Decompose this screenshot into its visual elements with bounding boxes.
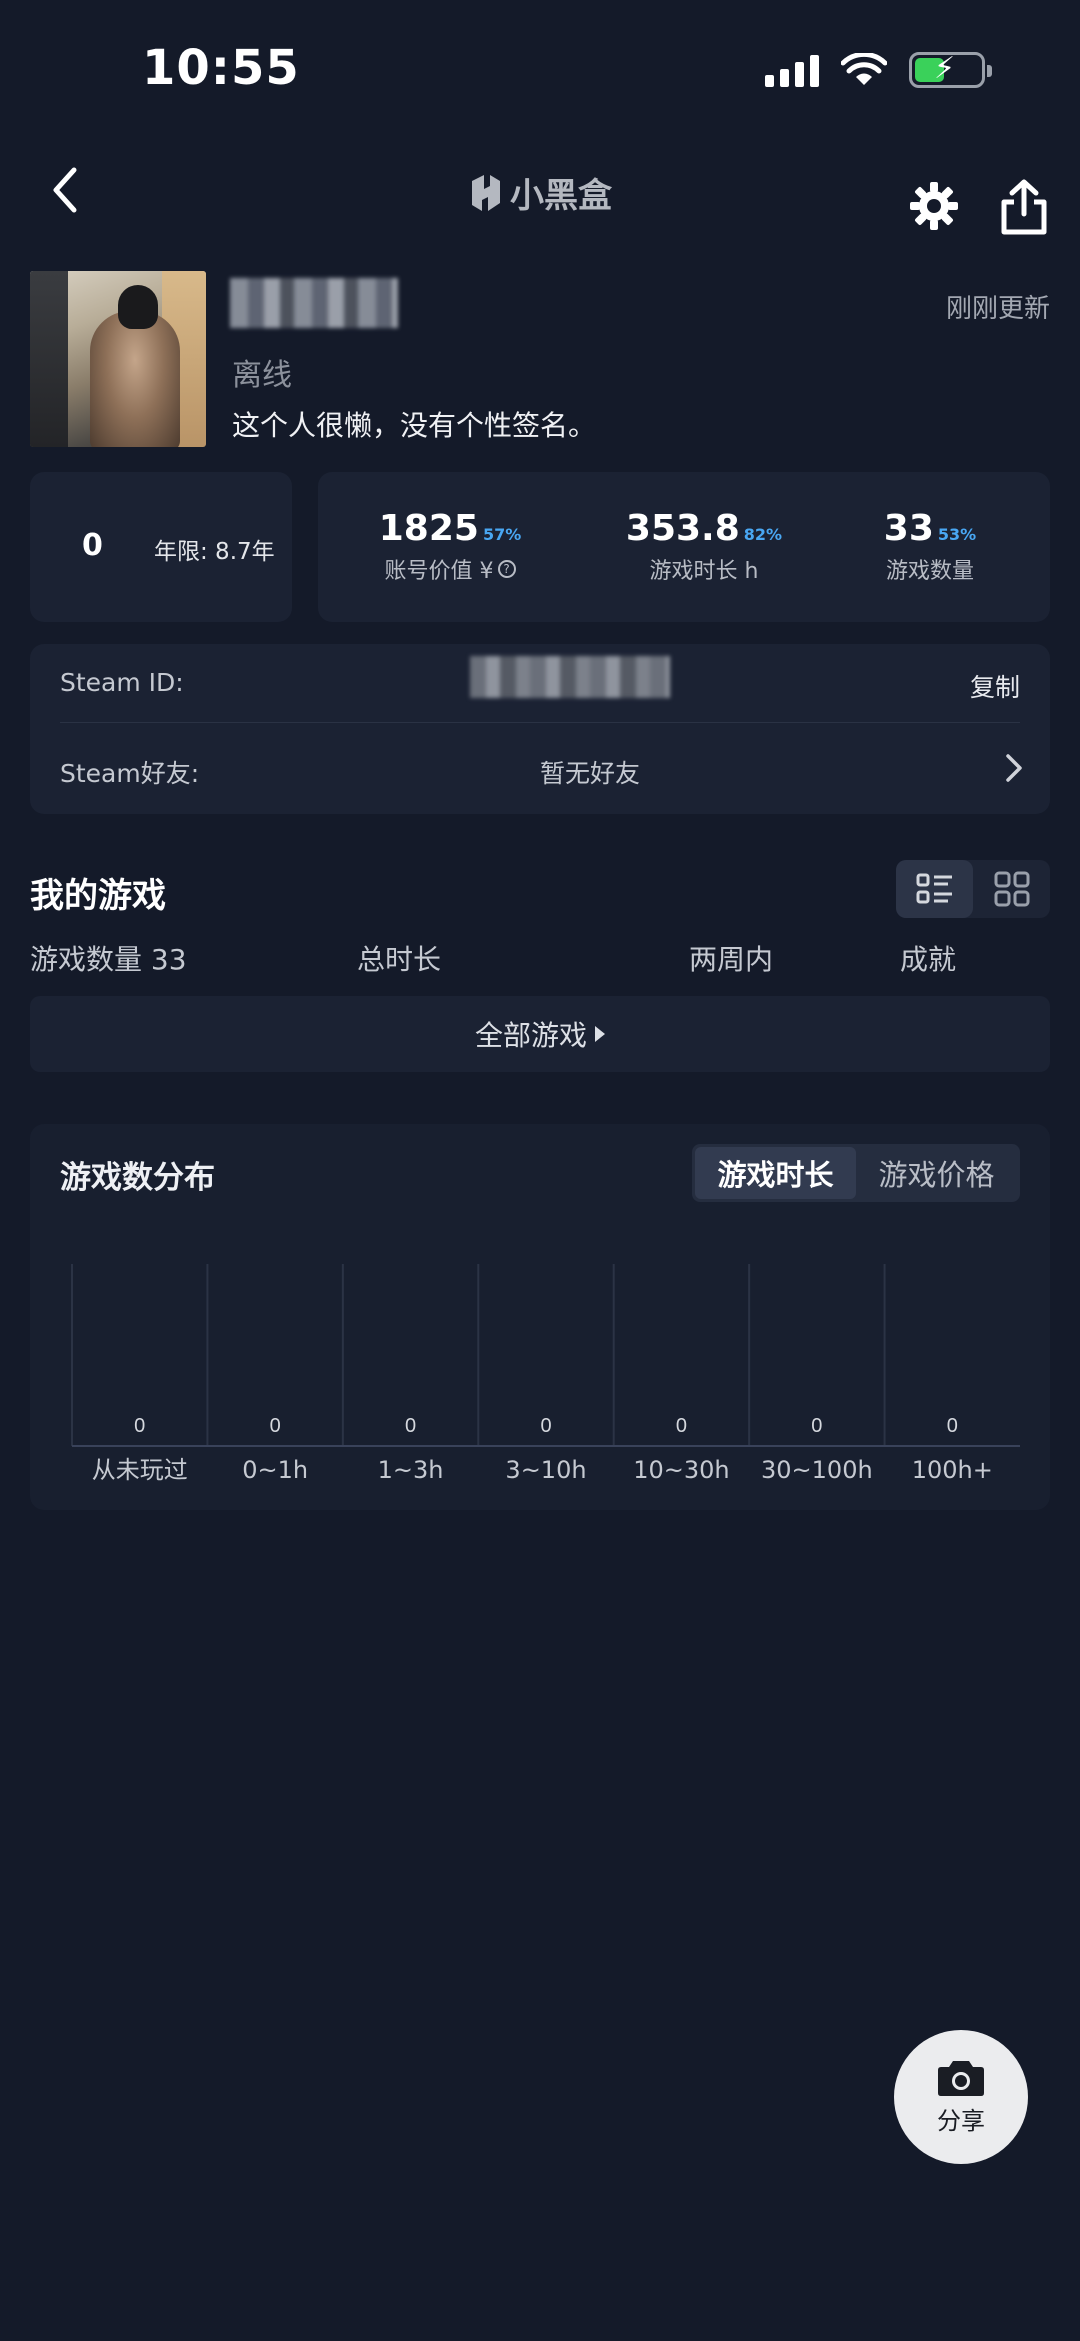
cellular-signal-icon [765, 53, 819, 87]
steam-id-redacted [470, 656, 670, 698]
account-years: 年限: 8.7年 [154, 539, 275, 565]
x-tick-label: 30~100h [761, 1456, 873, 1484]
data-label: 0 [540, 1415, 551, 1437]
x-tick-label: 100h+ [912, 1456, 993, 1484]
camera-icon [938, 2060, 984, 2096]
data-label: 0 [811, 1415, 822, 1437]
triangle-right-icon [595, 1026, 605, 1042]
gear-icon[interactable] [908, 180, 960, 232]
data-label: 0 [947, 1415, 958, 1437]
tab-play-time[interactable]: 游戏时长 [695, 1147, 856, 1199]
grid-view-icon[interactable] [973, 860, 1050, 918]
help-icon[interactable]: ? [497, 560, 516, 578]
chevron-right-icon[interactable] [1004, 752, 1024, 784]
online-status: 离线 [232, 358, 292, 393]
data-label: 0 [405, 1415, 416, 1437]
distribution-title: 游戏数分布 [60, 1160, 215, 1196]
level-value: 0 [82, 528, 103, 563]
avatar[interactable] [30, 271, 206, 447]
list-view-icon[interactable] [896, 860, 973, 918]
my-games-title: 我的游戏 [30, 876, 166, 916]
column-achievements[interactable]: 成就 [900, 938, 956, 978]
view-toggle[interactable] [896, 860, 1050, 918]
stat-play-time[interactable]: 353.8 82% 游戏时长 h [614, 508, 794, 585]
stat-account-value[interactable]: 1825 57% 账号价值 ¥? [360, 508, 540, 585]
column-two-weeks[interactable]: 两周内 [689, 938, 773, 978]
distribution-chart: 0 从未玩过 0 0~1h 0 1~3h 0 3~10h 0 10~30h 0 30~100h 0 100… [71, 1264, 1020, 1484]
friends-value[interactable]: 暂无好友 [540, 754, 640, 790]
status-time: 10:55 [142, 40, 300, 96]
copy-button[interactable]: 复制 [970, 668, 1020, 704]
logo-icon [472, 174, 500, 211]
tab-price[interactable]: 游戏价格 [856, 1147, 1017, 1199]
share-icon[interactable] [998, 178, 1050, 236]
data-label: 0 [134, 1415, 145, 1437]
username-redacted [230, 278, 398, 328]
all-games-filter[interactable]: 全部游戏 [30, 996, 1050, 1072]
filter-label: 全部游戏 [474, 1019, 587, 1052]
wifi-icon [841, 53, 887, 85]
data-label: 0 [676, 1415, 687, 1437]
data-label: 0 [270, 1415, 281, 1437]
distribution-tabs[interactable]: 游戏时长 游戏价格 [692, 1144, 1020, 1202]
battery-icon: ⚡ [909, 51, 992, 88]
x-tick-label: 0~1h [242, 1456, 308, 1484]
x-tick-label: 3~10h [505, 1456, 586, 1484]
steam-friends-label: Steam好友: [60, 759, 200, 788]
share-fab[interactable]: 分享 [894, 2030, 1028, 2164]
signature: 这个人很懒，没有个性签名。 [232, 409, 597, 442]
column-game-count[interactable]: 游戏数量 33 [30, 938, 187, 978]
status-icons: ⚡ [765, 51, 992, 88]
share-fab-label: 分享 [937, 2106, 985, 2135]
steam-id-label: Steam ID: [60, 668, 184, 697]
divider [60, 722, 1020, 723]
x-tick-label: 从未玩过 [92, 1456, 188, 1484]
updated-label: 刚刚更新 [945, 294, 1050, 324]
x-tick-label: 1~3h [378, 1456, 444, 1484]
app-name: 小黑盒 [510, 176, 612, 216]
stat-game-count[interactable]: 33 53% 游戏数量 [840, 508, 1020, 585]
x-tick-label: 10~30h [633, 1456, 729, 1484]
column-total-time[interactable]: 总时长 [357, 938, 441, 978]
